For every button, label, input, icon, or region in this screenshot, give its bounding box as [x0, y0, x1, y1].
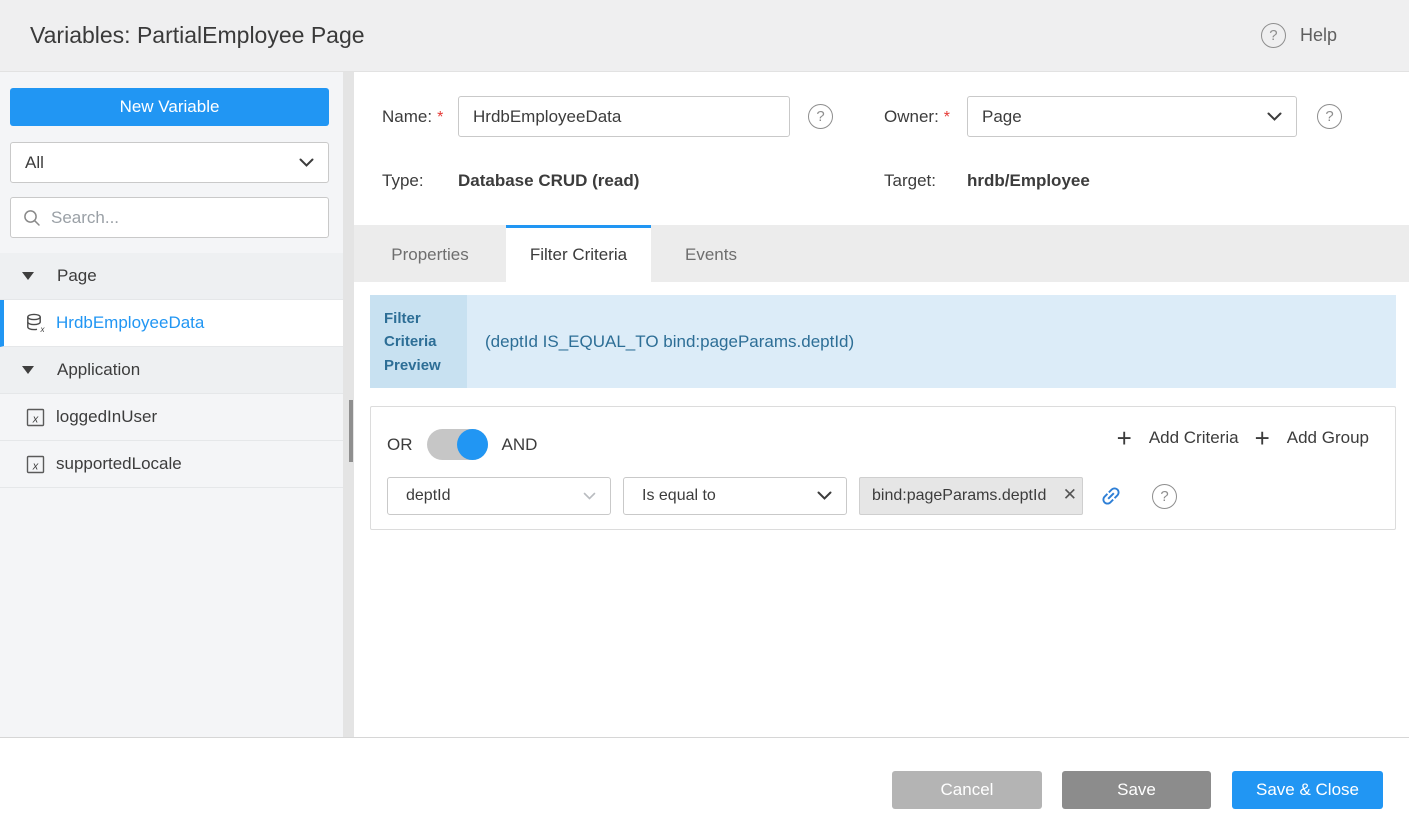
close-icon[interactable]: ✕ [1063, 485, 1077, 505]
help-icon: ? [1261, 23, 1286, 48]
bind-link-icon[interactable] [1099, 484, 1123, 513]
tree-group-page[interactable]: Page [0, 253, 343, 300]
tree-item-label: supportedLocale [56, 454, 182, 474]
tree-group-label: Application [57, 360, 140, 380]
plus-icon: + [1255, 425, 1270, 451]
tree-group-application[interactable]: Application [0, 347, 343, 394]
criteria-field-select[interactable]: deptId [387, 477, 611, 515]
dialog-header: Variables: PartialEmployee Page ? Help [0, 0, 1409, 72]
variable-search [10, 197, 329, 238]
svg-text:x: x [31, 413, 38, 425]
tab-properties[interactable]: Properties [354, 225, 506, 282]
help-button[interactable]: ? Help [1261, 0, 1337, 71]
preview-value: (deptId IS_EQUAL_TO bind:pageParams.dept… [467, 295, 1396, 388]
required-marker: * [944, 109, 950, 126]
scrollbar-thumb[interactable] [349, 400, 353, 462]
cancel-button[interactable]: Cancel [892, 771, 1042, 809]
collapse-triangle-icon [22, 366, 34, 374]
tree-item-hrdbemployeedata[interactable]: x HrdbEmployeeData [0, 300, 343, 347]
search-input[interactable] [51, 208, 316, 228]
criteria-help-icon[interactable]: ? [1152, 484, 1177, 509]
variables-tree: Page x HrdbEmployeeData Application [0, 253, 343, 488]
filter-criteria-preview: Filter Criteria Preview (deptId IS_EQUAL… [370, 295, 1396, 388]
database-variable-icon: x [25, 313, 45, 333]
preview-label: Filter Criteria Preview [370, 295, 467, 388]
toggle-knob [457, 429, 488, 460]
svg-text:x: x [31, 460, 38, 472]
collapse-triangle-icon [22, 272, 34, 280]
search-icon [23, 209, 41, 227]
chevron-down-icon [817, 491, 832, 501]
criteria-group-box: OR AND + Add Criteria + Add Group deptId… [370, 406, 1396, 530]
required-marker: * [437, 109, 443, 126]
chevron-down-icon [583, 492, 596, 501]
chevron-down-icon [299, 158, 314, 168]
or-label: OR [387, 435, 413, 455]
variables-dialog: Variables: PartialEmployee Page ? Help N… [0, 0, 1409, 838]
plus-icon: + [1117, 425, 1132, 451]
or-and-toggle[interactable] [427, 429, 488, 460]
static-variable-icon: x [25, 407, 45, 427]
type-label: Type: [382, 171, 424, 191]
type-value: Database CRUD (read) [458, 171, 639, 191]
name-label: Name:* [382, 107, 443, 127]
save-and-close-button[interactable]: Save & Close [1232, 771, 1383, 809]
criteria-operator-value: Is equal to [642, 487, 716, 505]
detail-tabbar: Properties Filter Criteria Events [354, 225, 1409, 282]
owner-label: Owner:* [884, 107, 950, 127]
tree-item-label: HrdbEmployeeData [56, 313, 204, 333]
name-input[interactable] [458, 96, 790, 137]
tab-events[interactable]: Events [651, 225, 771, 282]
criteria-value-text: bind:pageParams.deptId [872, 487, 1046, 505]
tree-item-supportedlocale[interactable]: x supportedLocale [0, 441, 343, 488]
static-variable-icon: x [25, 454, 45, 474]
tab-filter-criteria[interactable]: Filter Criteria [506, 225, 651, 282]
add-group-button[interactable]: + Add Group [1255, 425, 1369, 451]
variable-type-filter-select[interactable]: All [10, 142, 329, 183]
owner-help-icon[interactable]: ? [1317, 104, 1342, 129]
criteria-value-chip[interactable]: bind:pageParams.deptId ✕ [859, 477, 1083, 515]
criteria-actions: + Add Criteria + Add Group [1117, 425, 1369, 451]
help-label: Help [1300, 25, 1337, 46]
target-value: hrdb/Employee [967, 171, 1090, 191]
target-label: Target: [884, 171, 936, 191]
criteria-operator-select[interactable]: Is equal to [623, 477, 847, 515]
chevron-down-icon [1267, 112, 1282, 122]
tree-group-label: Page [57, 266, 97, 286]
and-label: AND [502, 435, 538, 455]
owner-select[interactable]: Page [967, 96, 1297, 137]
name-help-icon[interactable]: ? [808, 104, 833, 129]
svg-text:x: x [40, 325, 46, 333]
logic-toggle-row: OR AND [387, 429, 537, 460]
criteria-field-value: deptId [406, 487, 450, 505]
dialog-footer: Cancel Save Save & Close [0, 737, 1409, 838]
save-button[interactable]: Save [1062, 771, 1211, 809]
page-title: Variables: PartialEmployee Page [30, 0, 365, 71]
tree-item-label: loggedInUser [56, 407, 157, 427]
owner-select-value: Page [982, 107, 1022, 127]
variables-sidebar: New Variable All Page [0, 72, 343, 737]
sidebar-scrollbar[interactable] [343, 72, 354, 737]
variable-type-filter-value: All [25, 153, 44, 173]
tree-item-loggedinuser[interactable]: x loggedInUser [0, 394, 343, 441]
new-variable-button[interactable]: New Variable [10, 88, 329, 126]
add-criteria-button[interactable]: + Add Criteria [1117, 425, 1239, 451]
